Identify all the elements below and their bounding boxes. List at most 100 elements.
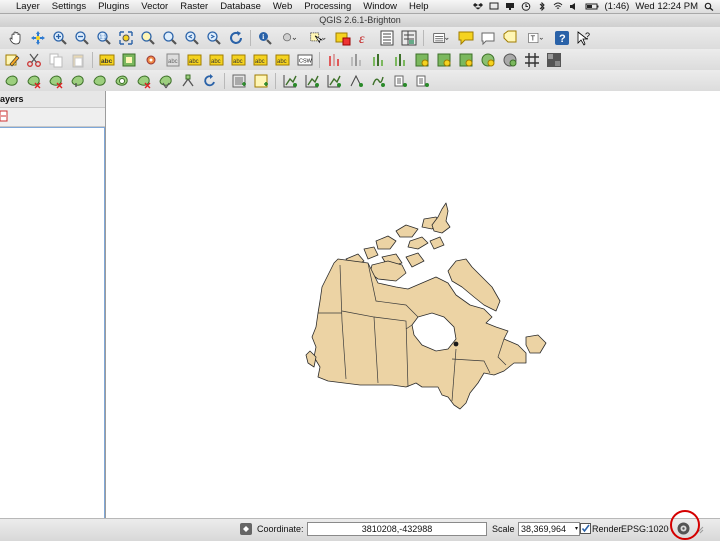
zoom-out-icon[interactable] <box>74 30 90 46</box>
label-move-icon[interactable]: abc <box>231 52 247 68</box>
zoom-to-layer-icon[interactable] <box>162 30 178 46</box>
add-raster-icon[interactable] <box>304 73 320 89</box>
attribute-table-icon[interactable] <box>379 30 395 46</box>
reshape-icon[interactable] <box>158 73 174 89</box>
screen-icon[interactable] <box>489 2 499 11</box>
node-tool-icon[interactable] <box>143 52 159 68</box>
crs-status[interactable]: EPSG:102001 <box>621 524 669 534</box>
field-calculator-icon[interactable] <box>401 30 417 46</box>
delete-part-icon[interactable] <box>136 73 152 89</box>
highlight-circle-annotation <box>670 510 700 540</box>
battery-icon[interactable] <box>585 2 599 11</box>
add-wms-icon[interactable] <box>370 73 386 89</box>
map-canvas[interactable] <box>106 91 720 518</box>
delete-ring-icon[interactable] <box>114 73 130 89</box>
menu-web[interactable]: Web <box>267 1 298 12</box>
bluetooth-icon[interactable] <box>537 1 547 12</box>
zoom-in-icon[interactable] <box>52 30 68 46</box>
raster-contrast-icon[interactable] <box>480 52 496 68</box>
dropbox-icon[interactable] <box>472 2 483 11</box>
histogram-icon[interactable] <box>326 52 342 68</box>
add-feature-icon[interactable]: abc <box>99 52 115 68</box>
add-wcs-icon[interactable] <box>414 73 430 89</box>
label-pin-icon[interactable]: abc <box>187 52 203 68</box>
display-icon[interactable] <box>505 2 515 11</box>
paste-icon[interactable] <box>70 52 86 68</box>
rotate-icon[interactable] <box>202 73 218 89</box>
fill-ring-icon[interactable] <box>92 73 108 89</box>
menu-layer[interactable]: Layer <box>0 1 46 12</box>
expression-select-icon[interactable]: ε <box>357 30 373 46</box>
menu-settings[interactable]: Settings <box>46 1 92 12</box>
whats-this-icon[interactable]: ? <box>576 30 592 46</box>
raster-calc-icon[interactable] <box>502 52 518 68</box>
stretch-full-icon[interactable] <box>392 52 408 68</box>
raster-brightness-icon[interactable] <box>458 52 474 68</box>
label-change-icon[interactable]: abc <box>275 52 291 68</box>
text-annotation-icon[interactable] <box>480 30 496 46</box>
label-icon[interactable] <box>502 30 518 46</box>
cut-icon[interactable] <box>26 52 42 68</box>
text-tool-icon[interactable]: T <box>524 30 548 46</box>
grid-icon[interactable] <box>524 52 540 68</box>
remove-layer-icon[interactable] <box>0 110 8 122</box>
zoom-next-icon[interactable] <box>206 30 222 46</box>
label-show-icon[interactable]: abc <box>209 52 225 68</box>
offset-curve-icon[interactable] <box>180 73 196 89</box>
time-machine-icon[interactable] <box>521 2 531 11</box>
add-spatialite-icon[interactable] <box>348 73 364 89</box>
clock[interactable]: Wed 12:24 PM <box>635 1 698 12</box>
label-rotate-icon[interactable]: abc <box>253 52 269 68</box>
raster-adjust-icon[interactable] <box>436 52 452 68</box>
annotation-icon[interactable] <box>458 30 474 46</box>
add-part-icon[interactable] <box>70 73 86 89</box>
measure-icon[interactable] <box>279 30 301 46</box>
refresh-icon[interactable] <box>228 30 244 46</box>
zoom-to-selection-icon[interactable] <box>140 30 156 46</box>
menu-vector[interactable]: Vector <box>135 1 174 12</box>
move-feature-icon[interactable] <box>121 52 137 68</box>
add-ring-icon[interactable] <box>48 73 64 89</box>
simplify-icon[interactable] <box>26 73 42 89</box>
pan-hand-icon[interactable] <box>8 30 24 46</box>
new-layer-icon[interactable] <box>253 73 269 89</box>
scale-combo[interactable]: 38,369,964 ▾ <box>518 522 580 536</box>
render-checkbox[interactable] <box>580 523 591 534</box>
raster-tool-icon[interactable] <box>546 52 562 68</box>
menu-processing[interactable]: Processing <box>298 1 357 12</box>
volume-icon[interactable] <box>569 2 579 11</box>
add-vector-icon[interactable] <box>282 73 298 89</box>
help-icon[interactable]: ? <box>554 30 570 46</box>
zoom-last-icon[interactable] <box>184 30 200 46</box>
identify-icon[interactable]: i <box>257 30 273 46</box>
statistics-icon[interactable] <box>430 30 452 46</box>
wifi-icon[interactable] <box>553 2 563 11</box>
toolbar-separator <box>224 72 225 89</box>
menu-window[interactable]: Window <box>357 1 403 12</box>
deselect-icon[interactable] <box>335 30 351 46</box>
coordinate-field[interactable]: 3810208,-432988 <box>307 522 487 536</box>
stretch-local-icon[interactable] <box>370 52 386 68</box>
menu-plugins[interactable]: Plugins <box>92 1 135 12</box>
layers-list[interactable] <box>0 127 105 518</box>
pan-to-selection-icon[interactable] <box>30 30 46 46</box>
digitize-icon[interactable] <box>4 73 20 89</box>
coordinate-toggle-icon[interactable] <box>240 523 252 535</box>
add-layer-icon[interactable] <box>231 73 247 89</box>
coordinate-label: Coordinate: <box>257 524 304 534</box>
menu-help[interactable]: Help <box>403 1 435 12</box>
delete-selected-icon[interactable]: abc <box>165 52 181 68</box>
menu-raster[interactable]: Raster <box>174 1 214 12</box>
select-features-icon[interactable] <box>307 30 329 46</box>
stretch-icon[interactable] <box>348 52 364 68</box>
zoom-full-icon[interactable] <box>118 30 134 46</box>
zoom-actual-icon[interactable]: 1:1 <box>96 30 112 46</box>
copy-icon[interactable] <box>48 52 64 68</box>
edit-toggle-icon[interactable] <box>4 52 20 68</box>
raster-info-icon[interactable] <box>414 52 430 68</box>
csw-icon[interactable]: CSW <box>297 52 313 68</box>
add-postgis-icon[interactable] <box>326 73 342 89</box>
spotlight-icon[interactable] <box>704 2 714 11</box>
add-wfs-icon[interactable] <box>392 73 408 89</box>
menu-database[interactable]: Database <box>214 1 267 12</box>
